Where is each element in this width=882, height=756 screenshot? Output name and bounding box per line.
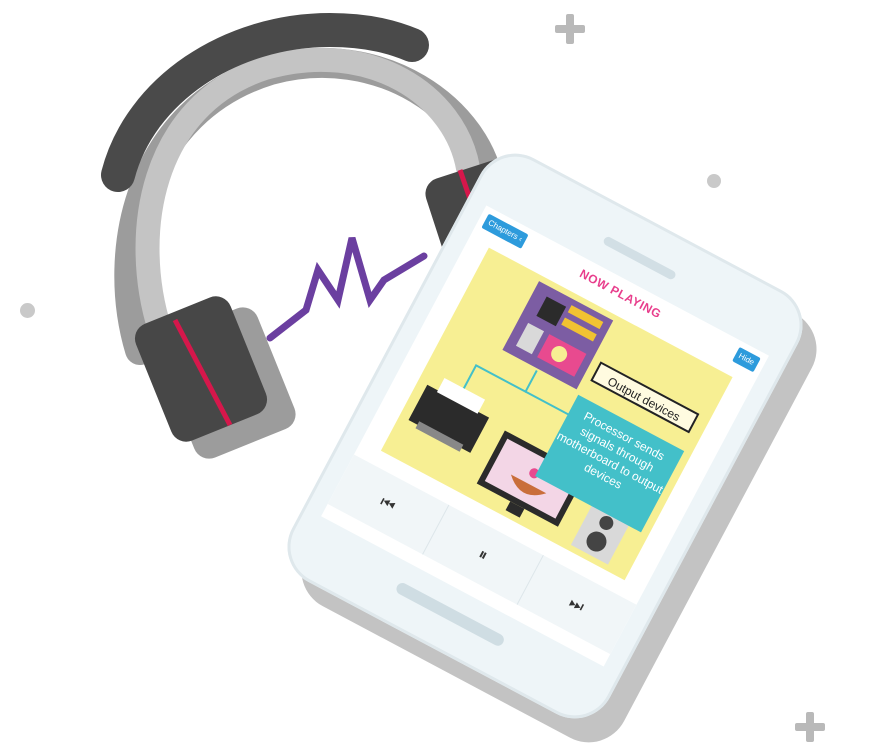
illustration: Chapters ‹ NOW PLAYING Hide Output devic… <box>0 0 882 756</box>
skip-back-icon: ⏮ <box>377 491 399 516</box>
printer-icon <box>408 378 490 453</box>
pause-icon: ⏸ <box>475 544 492 565</box>
skip-forward-icon: ⏭ <box>565 592 588 616</box>
